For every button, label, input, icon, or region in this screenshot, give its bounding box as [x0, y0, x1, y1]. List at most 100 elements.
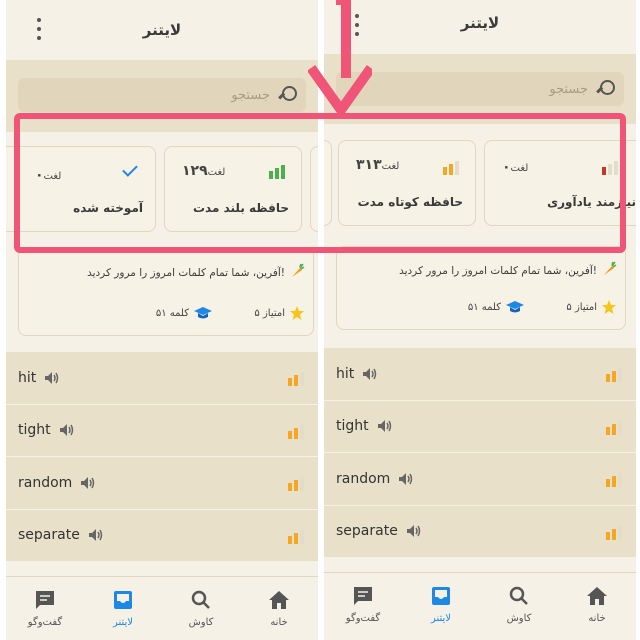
nav-home[interactable]: خانه	[240, 577, 318, 640]
level-bars-icon	[288, 372, 306, 386]
check-icon	[122, 161, 138, 177]
points-stat: ۵ امتیاز	[254, 305, 305, 321]
carrot-icon	[292, 263, 305, 277]
search-input[interactable]: جستجو	[18, 78, 306, 112]
card-prev-partial[interactable]	[324, 140, 332, 226]
star-icon	[602, 300, 616, 314]
card-count: لغت۳۱۳	[356, 157, 400, 173]
more-options-icon[interactable]	[352, 14, 362, 36]
card-long-term-memory[interactable]: لغت۱۲۹ حافظه بلند مدت	[164, 146, 302, 232]
word-list: hit tight random separate	[324, 348, 636, 558]
search-placeholder: جستجو	[549, 81, 588, 97]
level-bars-icon	[606, 420, 624, 435]
card-learned[interactable]: لغت۰ آموخته شده	[6, 146, 156, 232]
more-options-icon[interactable]	[34, 18, 44, 40]
review-message: آفرین، شما تمام کلمات امروز را مرور کردی…	[87, 267, 285, 279]
speaker-icon[interactable]	[362, 367, 378, 381]
nav-chat[interactable]: گفت‌وگو	[324, 573, 402, 636]
card-title: حافظه بلند مدت	[193, 201, 289, 215]
word-text: random	[18, 474, 73, 491]
chat-icon	[354, 587, 372, 605]
search-icon	[191, 590, 210, 609]
nav-label: لایتنر	[112, 617, 134, 628]
page-title: لایتنر	[460, 14, 500, 32]
nav-label: کاوش	[188, 617, 214, 628]
word-text: hit	[18, 369, 37, 386]
search-input[interactable]: جستجو	[336, 72, 624, 106]
search-placeholder: جستجو	[231, 87, 270, 103]
nav-explore[interactable]: کاوش	[162, 577, 240, 640]
app-bar: لایتنر	[6, 0, 318, 60]
word-list: hit tight random separate	[6, 352, 318, 562]
card-next-partial[interactable]	[310, 146, 318, 232]
carrot-icon	[604, 261, 617, 275]
level-bars-icon	[288, 424, 306, 439]
level-bars-icon	[288, 529, 306, 544]
list-item[interactable]: hit	[324, 348, 636, 401]
nav-label: خانه	[588, 613, 606, 624]
nav-explore[interactable]: کاوش	[480, 573, 558, 636]
star-icon	[290, 306, 304, 320]
page-title: لایتنر	[142, 21, 182, 39]
daily-review-card: آفرین، شما تمام کلمات امروز را مرور کردی…	[336, 246, 626, 330]
search-icon	[596, 80, 615, 98]
bottom-nav: گفت‌وگو لایتنر کاوش خانه	[6, 576, 318, 640]
list-item[interactable]: hit	[6, 352, 318, 405]
bars-green-icon	[269, 165, 287, 179]
list-item[interactable]: separate	[324, 505, 636, 558]
list-item[interactable]: tight	[6, 404, 318, 457]
nav-chat[interactable]: گفت‌وگو	[6, 577, 84, 640]
list-item[interactable]: tight	[324, 400, 636, 453]
list-item[interactable]: separate	[6, 509, 318, 562]
card-needs-review[interactable]: لغت۰ نیازمند یادآوری	[484, 140, 636, 226]
nav-label: لایتنر	[430, 613, 452, 624]
bars-orange-icon	[443, 161, 461, 175]
search-icon	[278, 86, 297, 104]
nav-leitner[interactable]: لایتنر	[402, 573, 480, 636]
word-text: separate	[336, 523, 398, 540]
word-text: tight	[336, 418, 369, 435]
level-bars-icon	[606, 525, 624, 540]
inbox-icon	[114, 591, 132, 609]
search-section: جستجو	[324, 54, 636, 124]
words-stat: ۵۱ کلمه	[156, 305, 213, 321]
level-bars-icon	[606, 473, 624, 487]
words-stat: ۵۱ کلمه	[468, 299, 525, 315]
nav-label: گفت‌وگو	[345, 613, 381, 624]
speaker-icon[interactable]	[398, 472, 414, 486]
daily-review-card: آفرین، شما تمام کلمات امروز را مرور کردی…	[18, 248, 314, 336]
bottom-nav: گفت‌وگو لایتنر کاوش خانه	[324, 572, 636, 636]
speaker-icon[interactable]	[377, 419, 393, 433]
speaker-icon[interactable]	[44, 371, 60, 385]
graduation-cap-icon	[506, 301, 524, 313]
card-short-term-memory[interactable]: لغت۳۱۳ حافظه کوتاه مدت	[338, 140, 476, 226]
speaker-icon[interactable]	[88, 528, 104, 542]
card-title: آموخته شده	[73, 201, 143, 215]
home-icon	[269, 591, 289, 609]
speaker-icon[interactable]	[59, 423, 75, 437]
word-text: random	[336, 470, 391, 487]
word-text: tight	[18, 422, 51, 439]
nav-label: کاوش	[506, 613, 532, 624]
card-title: حافظه کوتاه مدت	[357, 195, 463, 209]
bars-red-icon	[602, 161, 620, 175]
word-text: separate	[18, 527, 80, 544]
list-item[interactable]: random	[324, 453, 636, 506]
speaker-icon[interactable]	[80, 476, 96, 490]
nav-label: خانه	[270, 617, 288, 628]
home-icon	[587, 587, 607, 605]
points-stat: ۵ امتیاز	[566, 299, 617, 315]
speaker-icon[interactable]	[406, 524, 422, 538]
leitner-boxes: لغت۳۱۳ حافظه کوتاه مدت لغت۰ نیازمند یادآ…	[324, 124, 636, 242]
inbox-icon	[432, 587, 450, 605]
level-bars-icon	[606, 368, 624, 382]
list-item[interactable]: random	[6, 457, 318, 510]
card-title: نیازمند یادآوری	[547, 195, 636, 209]
word-text: hit	[336, 365, 355, 382]
chat-icon	[36, 591, 54, 609]
nav-home[interactable]: خانه	[558, 573, 636, 636]
card-count: لغت۱۲۹	[182, 163, 226, 179]
nav-leitner[interactable]: لایتنر	[84, 577, 162, 640]
left-screen: لایتنر جستجو لغت۰ آموخته شده لغت۱۲۹ حافظ…	[6, 0, 318, 640]
screenshot-stage: لایتنر جستجو لغت۰ آموخته شده لغت۱۲۹ حافظ…	[0, 0, 640, 640]
